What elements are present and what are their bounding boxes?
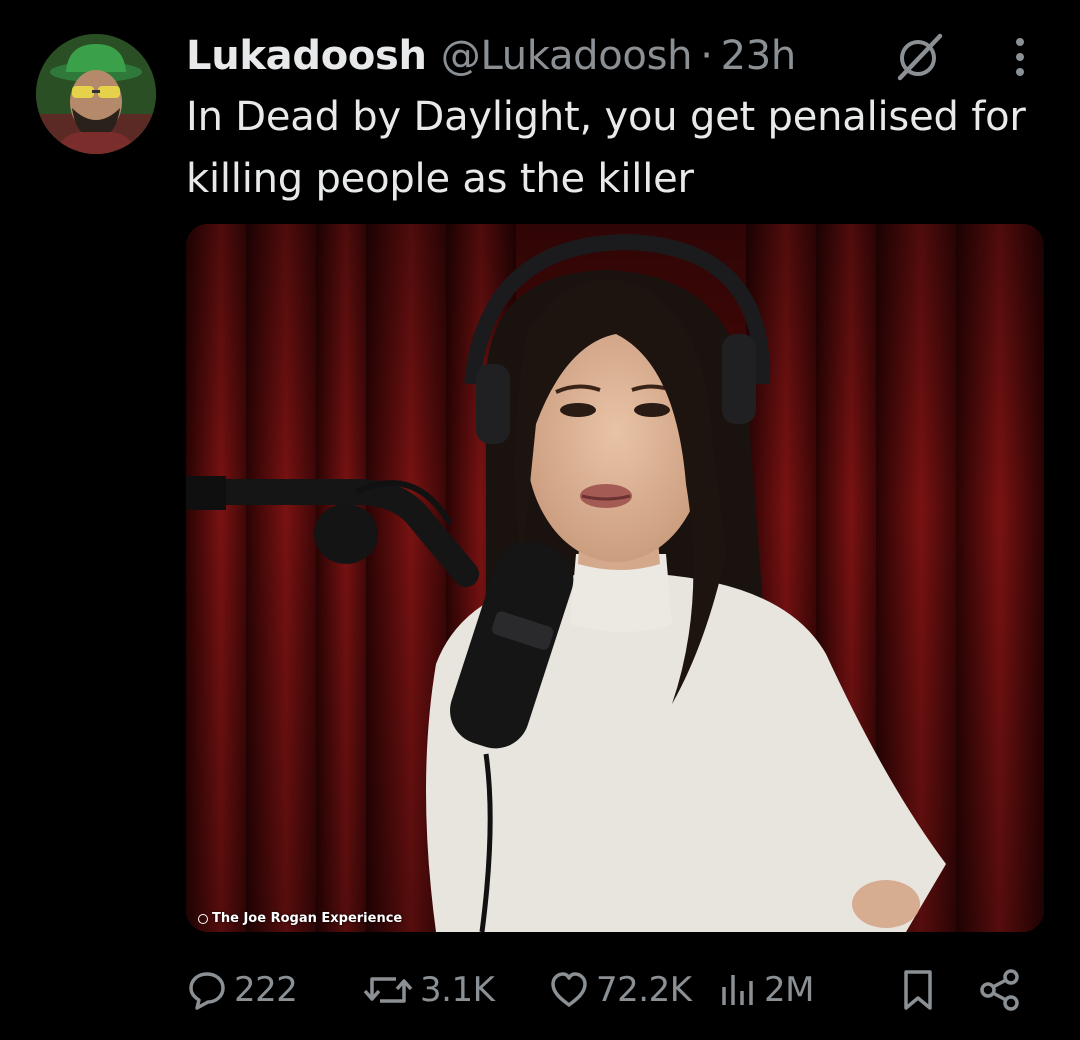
avatar[interactable]: [36, 34, 156, 154]
repost-count: 3.1K: [420, 970, 495, 1010]
watermark-text: The Joe Rogan Experience: [212, 911, 403, 926]
reply-count: 222: [234, 970, 298, 1010]
share-icon: [980, 969, 1019, 1011]
views-button[interactable]: 2M: [718, 962, 814, 1018]
like-button[interactable]: 72.2K: [548, 962, 692, 1018]
grok-icon[interactable]: [892, 30, 948, 82]
bookmark-icon: [904, 970, 932, 1010]
heart-icon: [551, 972, 587, 1007]
share-button[interactable]: [978, 962, 1022, 1018]
media-watermark: The Joe Rogan Experience: [198, 911, 402, 926]
repost-button[interactable]: 3.1K: [362, 962, 495, 1018]
tweet-header: Lukadoosh @Lukadoosh · 23h: [186, 28, 796, 84]
speech-bubble-icon: [189, 972, 225, 1010]
tweet-media[interactable]: The Joe Rogan Experience: [186, 224, 1044, 932]
timestamp[interactable]: 23h: [721, 33, 797, 79]
reply-button[interactable]: 222: [186, 962, 298, 1018]
separator-dot: ·: [700, 33, 713, 79]
action-bar: 222 3.1K 72.2K 2M: [186, 962, 1036, 1018]
repost-arrows-icon: [363, 977, 413, 1003]
tweet-card: Lukadoosh @Lukadoosh · 23h In Dead by Da…: [0, 0, 1080, 1040]
user-handle[interactable]: @Lukadoosh: [441, 33, 693, 79]
tweet-text: In Dead by Daylight, you get penalised f…: [186, 94, 1026, 202]
like-count: 72.2K: [596, 970, 692, 1010]
bar-chart-icon: [722, 975, 753, 1005]
avatar-image: [36, 34, 156, 154]
bookmark-button[interactable]: [898, 962, 938, 1018]
more-vertical-icon[interactable]: [1000, 34, 1040, 80]
view-count: 2M: [764, 970, 814, 1010]
media-image: [186, 224, 1044, 932]
watermark-logo-icon: [198, 913, 208, 924]
display-name[interactable]: Lukadoosh: [186, 33, 427, 79]
